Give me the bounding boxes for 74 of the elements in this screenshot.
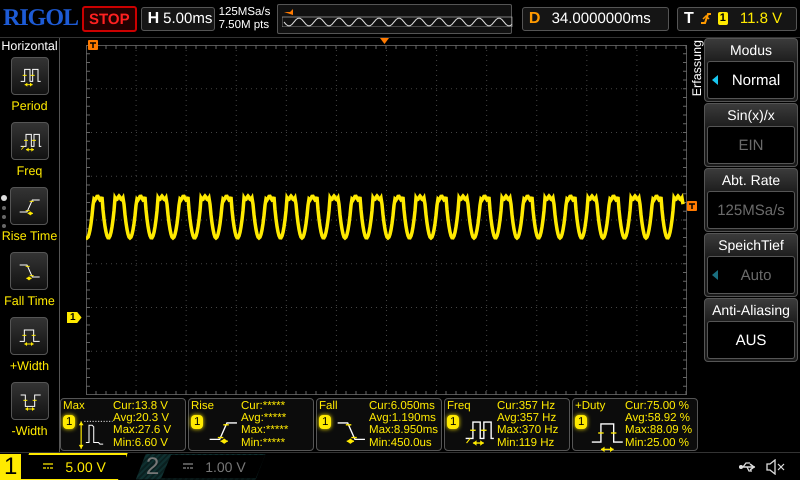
measurement-value: Avg:20.3 V bbox=[113, 412, 170, 424]
softkey-label: SpeichTief bbox=[718, 236, 784, 254]
softkey-label: Abt. Rate bbox=[722, 171, 780, 189]
sample-rate: 125MSa/s bbox=[218, 6, 272, 18]
measurement-value: Max:27.6 V bbox=[113, 424, 172, 437]
measurement-value: Cur:75.00 % bbox=[625, 400, 690, 412]
measurement-value: Min:***** bbox=[241, 436, 286, 449]
menu-softkey[interactable]: Anti-Aliasing AUS bbox=[704, 298, 798, 362]
dc-coupling-icon bbox=[43, 462, 54, 470]
softkey-value[interactable]: AUS bbox=[707, 321, 795, 359]
page-dot[interactable] bbox=[1, 195, 7, 201]
measurement-name: Rise bbox=[191, 400, 216, 413]
measurement-value: Max:88.09 % bbox=[625, 424, 694, 437]
channel-badge: 1 bbox=[319, 415, 332, 429]
measure-button[interactable] bbox=[10, 382, 48, 420]
measurement-name: +Duty bbox=[575, 400, 606, 413]
measurement-value: Avg:357 Hz bbox=[497, 412, 558, 424]
softkey-value[interactable]: Normal bbox=[707, 61, 795, 99]
trigger-position-icon bbox=[88, 40, 98, 50]
measurement-name: Fall bbox=[319, 400, 339, 413]
timebase-field[interactable]: H 5.00ms bbox=[140, 6, 215, 30]
channel-badge: 1 bbox=[63, 415, 76, 429]
measure-button[interactable] bbox=[10, 122, 48, 160]
measure-label: Rise Time bbox=[2, 229, 58, 243]
measurement-value: Cur:357 Hz bbox=[497, 400, 556, 412]
measurement-value: Min:119 Hz bbox=[497, 436, 556, 449]
measurement-value: Avg:1.190ms bbox=[369, 412, 437, 424]
speaker-muted-icon bbox=[766, 458, 786, 474]
channel-badge: 1 bbox=[575, 415, 588, 429]
measurement-value: Max:***** bbox=[241, 424, 290, 437]
measure-button[interactable] bbox=[10, 57, 48, 95]
measure-label: +Width bbox=[10, 359, 50, 373]
measure-label: Freq bbox=[16, 164, 42, 178]
measure-button[interactable] bbox=[10, 252, 48, 290]
channel-tab[interactable]: 2 1.00 V bbox=[136, 454, 266, 480]
page-dot[interactable] bbox=[2, 215, 6, 219]
dc-coupling-icon bbox=[183, 462, 194, 470]
measure-button[interactable] bbox=[10, 317, 48, 355]
page-dot[interactable] bbox=[2, 206, 6, 210]
knob-selectable-icon bbox=[712, 270, 718, 280]
measurement-value: Cur:***** bbox=[241, 400, 286, 412]
page-dot[interactable] bbox=[2, 224, 6, 228]
measure-label: -Width bbox=[11, 424, 48, 438]
softkey-label: Sin(x)/x bbox=[727, 106, 775, 124]
measurement-value: Min:25.00 % bbox=[625, 436, 690, 449]
measurement-value: Max:370 Hz bbox=[497, 424, 560, 437]
knob-selectable-icon bbox=[712, 75, 718, 85]
trigger-field[interactable]: T 1 11.8 V bbox=[676, 6, 797, 30]
softkey-label: Modus bbox=[730, 41, 772, 59]
brand-logo: RIGOL bbox=[3, 5, 78, 32]
softkey-label: Anti-Aliasing bbox=[712, 301, 790, 319]
measure-label: Fall Time bbox=[4, 294, 55, 308]
measurement-value: Max:8.950ms bbox=[369, 424, 439, 437]
measurement-value: Avg:58.92 % bbox=[625, 412, 692, 424]
menu-title: Horizontal bbox=[1, 39, 58, 53]
measure-label: Period bbox=[11, 99, 48, 113]
run-stop-button[interactable]: STOP bbox=[82, 6, 137, 32]
measurement-name: Freq bbox=[447, 400, 472, 413]
measure-button[interactable] bbox=[10, 187, 48, 225]
measurement-value: Min:6.60 V bbox=[113, 436, 169, 449]
channel-badge: 1 bbox=[447, 415, 460, 429]
memory-depth: 7.50M pts bbox=[218, 18, 270, 31]
trigger-level-icon bbox=[687, 201, 697, 211]
measurement-value: Avg:***** bbox=[241, 412, 288, 424]
rising-edge-icon bbox=[700, 10, 712, 26]
channel-marker[interactable]: 1 bbox=[67, 312, 82, 323]
measurement-value: Cur:13.8 V bbox=[113, 400, 169, 412]
measurement-value: Cur:6.050ms bbox=[369, 400, 436, 412]
measurement-name: Max bbox=[63, 400, 86, 413]
menu-softkey[interactable]: Modus Normal bbox=[704, 38, 798, 102]
channel-badge: 1 bbox=[191, 415, 204, 429]
delay-field[interactable]: D 34.0000000ms bbox=[522, 6, 669, 30]
measurement-value: Min:450.0us bbox=[369, 436, 433, 449]
menu-title: Erfassung bbox=[690, 40, 704, 96]
